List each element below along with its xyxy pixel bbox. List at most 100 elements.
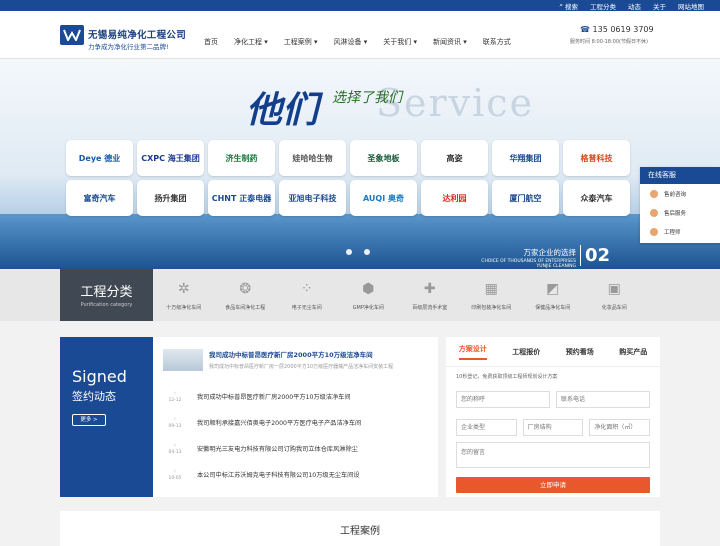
carousel-dots — [346, 249, 370, 255]
nav-news[interactable]: 新闻资讯 ▾ — [425, 37, 475, 47]
category-item[interactable]: ⬢ GMP净化车间 — [338, 269, 400, 321]
carousel-dot[interactable] — [346, 249, 352, 255]
nav-equipment[interactable]: 风淋设备 ▾ — [326, 37, 376, 47]
banner-choice: 万家企业的选择 CHOICE OF THOUSANDS OF ENTERPRIS… — [466, 247, 576, 269]
category-title-box: 工程分类 Purification category — [60, 269, 153, 321]
tab-design[interactable]: 方案设计 — [458, 344, 487, 360]
brand-logo: Deye 德业 — [66, 140, 133, 176]
topbar-search[interactable]: ⌕ 搜索 — [559, 1, 578, 11]
signed-title-cn: 签约动态 — [72, 390, 116, 403]
nav-purification[interactable]: 净化工程 ▾ — [226, 37, 276, 47]
news-thumbnail — [163, 349, 203, 371]
dust-icon: ⁘ — [300, 280, 313, 297]
news-panel: 我司成功中标普昂医疗新厂房2000平方10万级洁净车间 我司成功中标普昂医疗新厂… — [153, 337, 438, 497]
banner-subheadline: 选择了我们 — [332, 90, 402, 106]
nav-about-label: 关于我们 — [383, 38, 412, 46]
service-aftersales[interactable]: 售后服务 — [640, 203, 720, 222]
structure-field[interactable] — [522, 419, 584, 436]
tab-quote[interactable]: 工程报价 — [512, 347, 540, 357]
topbar-link-news[interactable]: 动态 — [628, 1, 641, 11]
topbar-link-sitemap[interactable]: 网站地图 — [678, 1, 704, 11]
service-hours: 服务时间 8:00-18:00(节假日不休) — [570, 39, 648, 45]
printing-icon: ▦ — [484, 280, 498, 297]
company-type-field[interactable] — [456, 419, 517, 436]
inquiry-form: 方案设计 工程报价 预约看场 购买产品 10秒登记，免费获取顶级工程师规划设计方… — [446, 337, 660, 497]
company-logo[interactable] — [60, 25, 84, 45]
topbar-search-label: 搜索 — [565, 2, 578, 11]
news-date: ◦ 09-13 — [168, 415, 182, 429]
news-date-text: 04-13 — [168, 450, 182, 455]
nav-purification-label: 净化工程 — [234, 38, 262, 46]
tab-buy[interactable]: 购买产品 — [619, 347, 647, 357]
category-item[interactable]: ✲ 十万级净化车间 — [153, 269, 215, 321]
surgery-icon: ✚ — [423, 280, 436, 297]
phone-icon: ☎ — [580, 25, 590, 34]
nav-cases-label: 工程案例 — [283, 38, 312, 46]
category-item-label: 化妆品车间 — [601, 304, 627, 311]
news-item[interactable]: ◦ 10-05 本公司中标江苏沃姆克电子科技有限公司10万级无尘车间设 — [153, 461, 438, 487]
service-aftersales-label: 售后服务 — [664, 210, 687, 217]
form-tip: 10秒登记，免费获取顶级工程师规划设计方案 — [456, 374, 558, 380]
news-date: ◦ 04-13 — [168, 441, 182, 455]
banner-choice-sub: CHOICE OF THOUSANDS OF ENTERPRISES YUNJI… — [481, 259, 576, 269]
featured-news-title[interactable]: 我司成功中标普昂医疗新厂房2000平方10万级洁净车间 — [209, 349, 393, 359]
news-item[interactable]: ◦ 12-12 我司成功中标普昂医疗新厂房2000平方10万级洁净车间 — [153, 383, 438, 409]
nav-contact[interactable]: 联系方式 — [475, 37, 519, 47]
phone-field[interactable] — [556, 391, 650, 408]
category-item[interactable]: ✚ 百级层流手术室 — [399, 269, 461, 321]
online-service-panel: 在线客服 售前咨询 售后服务 工程师 — [640, 167, 720, 243]
signed-panel: Signed 签约动态 更多 > — [60, 337, 153, 497]
service-engineer[interactable]: 工程师 — [640, 222, 720, 241]
category-item[interactable]: ▦ 印刷包装净化车间 — [461, 269, 523, 321]
topbar-link-category[interactable]: 工程分类 — [590, 1, 616, 11]
nav-equipment-label: 风淋设备 — [333, 38, 362, 46]
category-item[interactable]: ⁘ 电子无尘车间 — [276, 269, 338, 321]
avatar-icon — [650, 208, 658, 217]
category-item[interactable]: ❂ 食品车间净化工程 — [215, 269, 277, 321]
category-title: 工程分类 — [80, 285, 133, 300]
brand-logo: CXPC 海王集团 — [137, 140, 204, 176]
top-bar: ⌕ 搜索 工程分类 动态 关于 网站地图 — [0, 0, 720, 11]
chevron-down-icon: ▾ — [413, 38, 417, 46]
topbar-link-about[interactable]: 关于 — [653, 1, 666, 11]
logo-w-icon — [63, 29, 81, 41]
news-date-text: 10-05 — [168, 476, 182, 481]
submit-button[interactable]: 立即申请 — [456, 477, 650, 493]
company-name: 无锡易纯净化工程公司 — [88, 30, 187, 41]
message-field[interactable] — [456, 442, 650, 468]
news-title[interactable]: 本公司中标江苏沃姆克电子科技有限公司10万级无尘车间设 — [197, 470, 360, 479]
category-item[interactable]: ◩ 保健品净化车间 — [522, 269, 584, 321]
category-item-label: 印刷包装净化车间 — [471, 304, 512, 311]
featured-news[interactable]: 我司成功中标普昂医疗新厂房2000平方10万级洁净车间 我司成功中标普昂医疗新厂… — [153, 337, 438, 371]
chevron-down-icon: ▾ — [313, 38, 318, 46]
banner-choice-number: 02 — [580, 245, 610, 266]
news-item[interactable]: ◦ 09-13 我司顺利承接嘉兴佰奥电子2000平方医疗电子产品洁净车间 — [153, 409, 438, 435]
brand-logo: CHNT 正泰电器 — [208, 180, 275, 216]
brand-logo: 华翔集团 — [492, 140, 559, 176]
search-icon: ⌕ — [559, 1, 563, 9]
category-item-label: 十万级净化车间 — [166, 304, 202, 311]
brand-logo: 济生制药 — [208, 140, 275, 176]
area-field[interactable] — [589, 419, 651, 436]
online-service-title: 在线客服 — [640, 167, 720, 184]
cosmetics-icon: ▣ — [607, 280, 621, 297]
signed-title-en: Signed — [72, 367, 127, 386]
news-title[interactable]: 我司顺利承接嘉兴佰奥电子2000平方医疗电子产品洁净车间 — [197, 418, 361, 427]
fan-icon: ✲ — [177, 280, 190, 297]
service-presales[interactable]: 售前咨询 — [640, 184, 720, 203]
brand-logo: 圣象地板 — [350, 140, 417, 176]
nav-about[interactable]: 关于我们 ▾ — [375, 37, 425, 47]
news-title[interactable]: 安徽明光三友电力科技有限公司订购我司立体仓库风淋除尘 — [197, 444, 358, 453]
news-item[interactable]: ◦ 04-13 安徽明光三友电力科技有限公司订购我司立体仓库风淋除尘 — [153, 435, 438, 461]
carousel-dot[interactable] — [364, 249, 370, 255]
news-title[interactable]: 我司成功中标普昂医疗新厂房2000平方10万级洁净车间 — [197, 392, 351, 401]
category-item-label: 食品车间净化工程 — [225, 304, 266, 311]
tab-appointment[interactable]: 预约看场 — [566, 347, 594, 357]
category-item-label: GMP净化车间 — [352, 304, 384, 311]
nav-cases[interactable]: 工程案例 ▾ — [276, 37, 326, 47]
nav-home[interactable]: 首页 — [196, 37, 226, 47]
name-field[interactable] — [456, 391, 550, 408]
more-button[interactable]: 更多 > — [72, 414, 106, 426]
brand-logo: 厦门航空 — [492, 180, 559, 216]
category-item[interactable]: ▣ 化妆品车间 — [584, 269, 646, 321]
